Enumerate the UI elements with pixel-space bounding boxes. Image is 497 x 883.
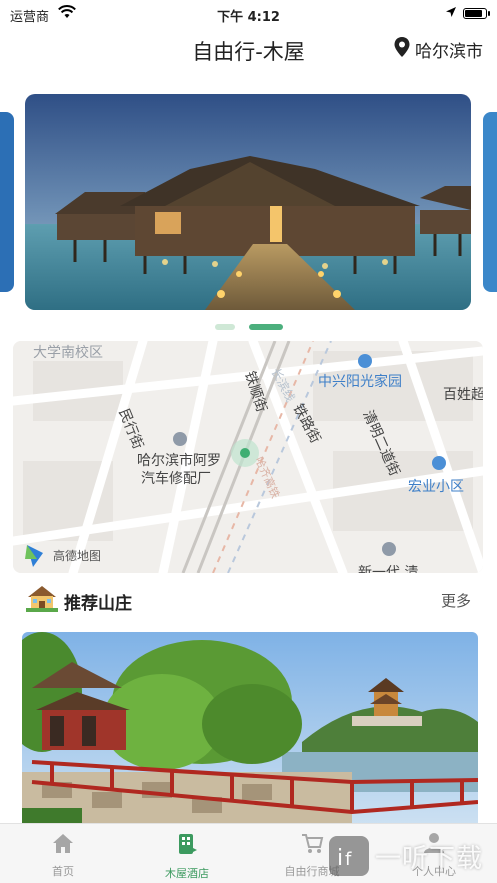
recommend-section-header: 推荐山庄 更多	[0, 580, 497, 620]
tab-hotel[interactable]: 木屋酒店	[137, 832, 237, 881]
map-label-poi-zhongxing: 中兴阳光家园	[318, 373, 402, 390]
resort-card[interactable]	[22, 632, 478, 832]
banner-image-overwater-villa	[25, 94, 471, 310]
watermark: i f 一听下载	[329, 834, 489, 878]
home-icon	[13, 832, 113, 857]
map-canvas[interactable]: 大学南校区 长滨线 铁顺街 铁路街 民行街 清明二道街 中兴阳光家园 百姓超 哈…	[13, 341, 483, 573]
map-view[interactable]: 大学南校区 长滨线 铁顺街 铁路街 民行街 清明二道街 中兴阳光家园 百姓超 哈…	[13, 341, 483, 573]
map-label-campus: 大学南校区	[33, 344, 103, 361]
location-arrow-icon	[445, 6, 457, 22]
banner-pagination	[0, 324, 497, 330]
map-label-poi-baixing: 百姓超	[443, 387, 483, 403]
house-icon	[26, 584, 58, 616]
tab-home[interactable]: 首页	[13, 832, 113, 879]
nav-header: 自由行-木屋 哈尔滨市	[0, 28, 497, 72]
svg-text:i: i	[337, 846, 343, 871]
map-label-poi-bottom: 新一代 清	[358, 565, 418, 573]
status-bar: 运营商 下午 4:12	[0, 0, 497, 28]
map-label-poi-repair-2: 汽车修配厂	[141, 470, 211, 487]
hotel-icon	[137, 832, 237, 859]
city-label: 哈尔滨市	[415, 42, 483, 62]
battery-icon	[463, 8, 490, 19]
resort-image-summer-palace	[22, 632, 478, 832]
tab-hotel-label: 木屋酒店	[165, 867, 209, 880]
banner-next-slide[interactable]	[483, 112, 497, 292]
map-logo-text: 高德地图	[53, 548, 101, 563]
banner-prev-slide[interactable]	[0, 112, 14, 292]
status-time: 下午 4:12	[217, 10, 280, 25]
city-selector[interactable]: 哈尔滨市	[393, 36, 483, 63]
watermark-logo-icon: i f	[329, 836, 369, 876]
map-label-poi-repair-1: 哈尔滨市阿罗	[137, 452, 221, 469]
map-label-poi-hongye: 宏业小区	[408, 479, 464, 495]
svg-text:f: f	[345, 849, 352, 870]
more-link[interactable]: 更多	[441, 590, 471, 611]
banner-dot-1[interactable]	[214, 324, 235, 330]
tab-home-label: 首页	[52, 865, 74, 878]
banner-dot-2-active[interactable]	[248, 324, 283, 330]
banner-slide[interactable]	[25, 94, 471, 310]
map-pin-icon	[393, 36, 411, 63]
battery-level	[465, 10, 482, 17]
watermark-text: 一听下载	[375, 843, 484, 874]
section-title: 推荐山庄	[64, 594, 132, 614]
